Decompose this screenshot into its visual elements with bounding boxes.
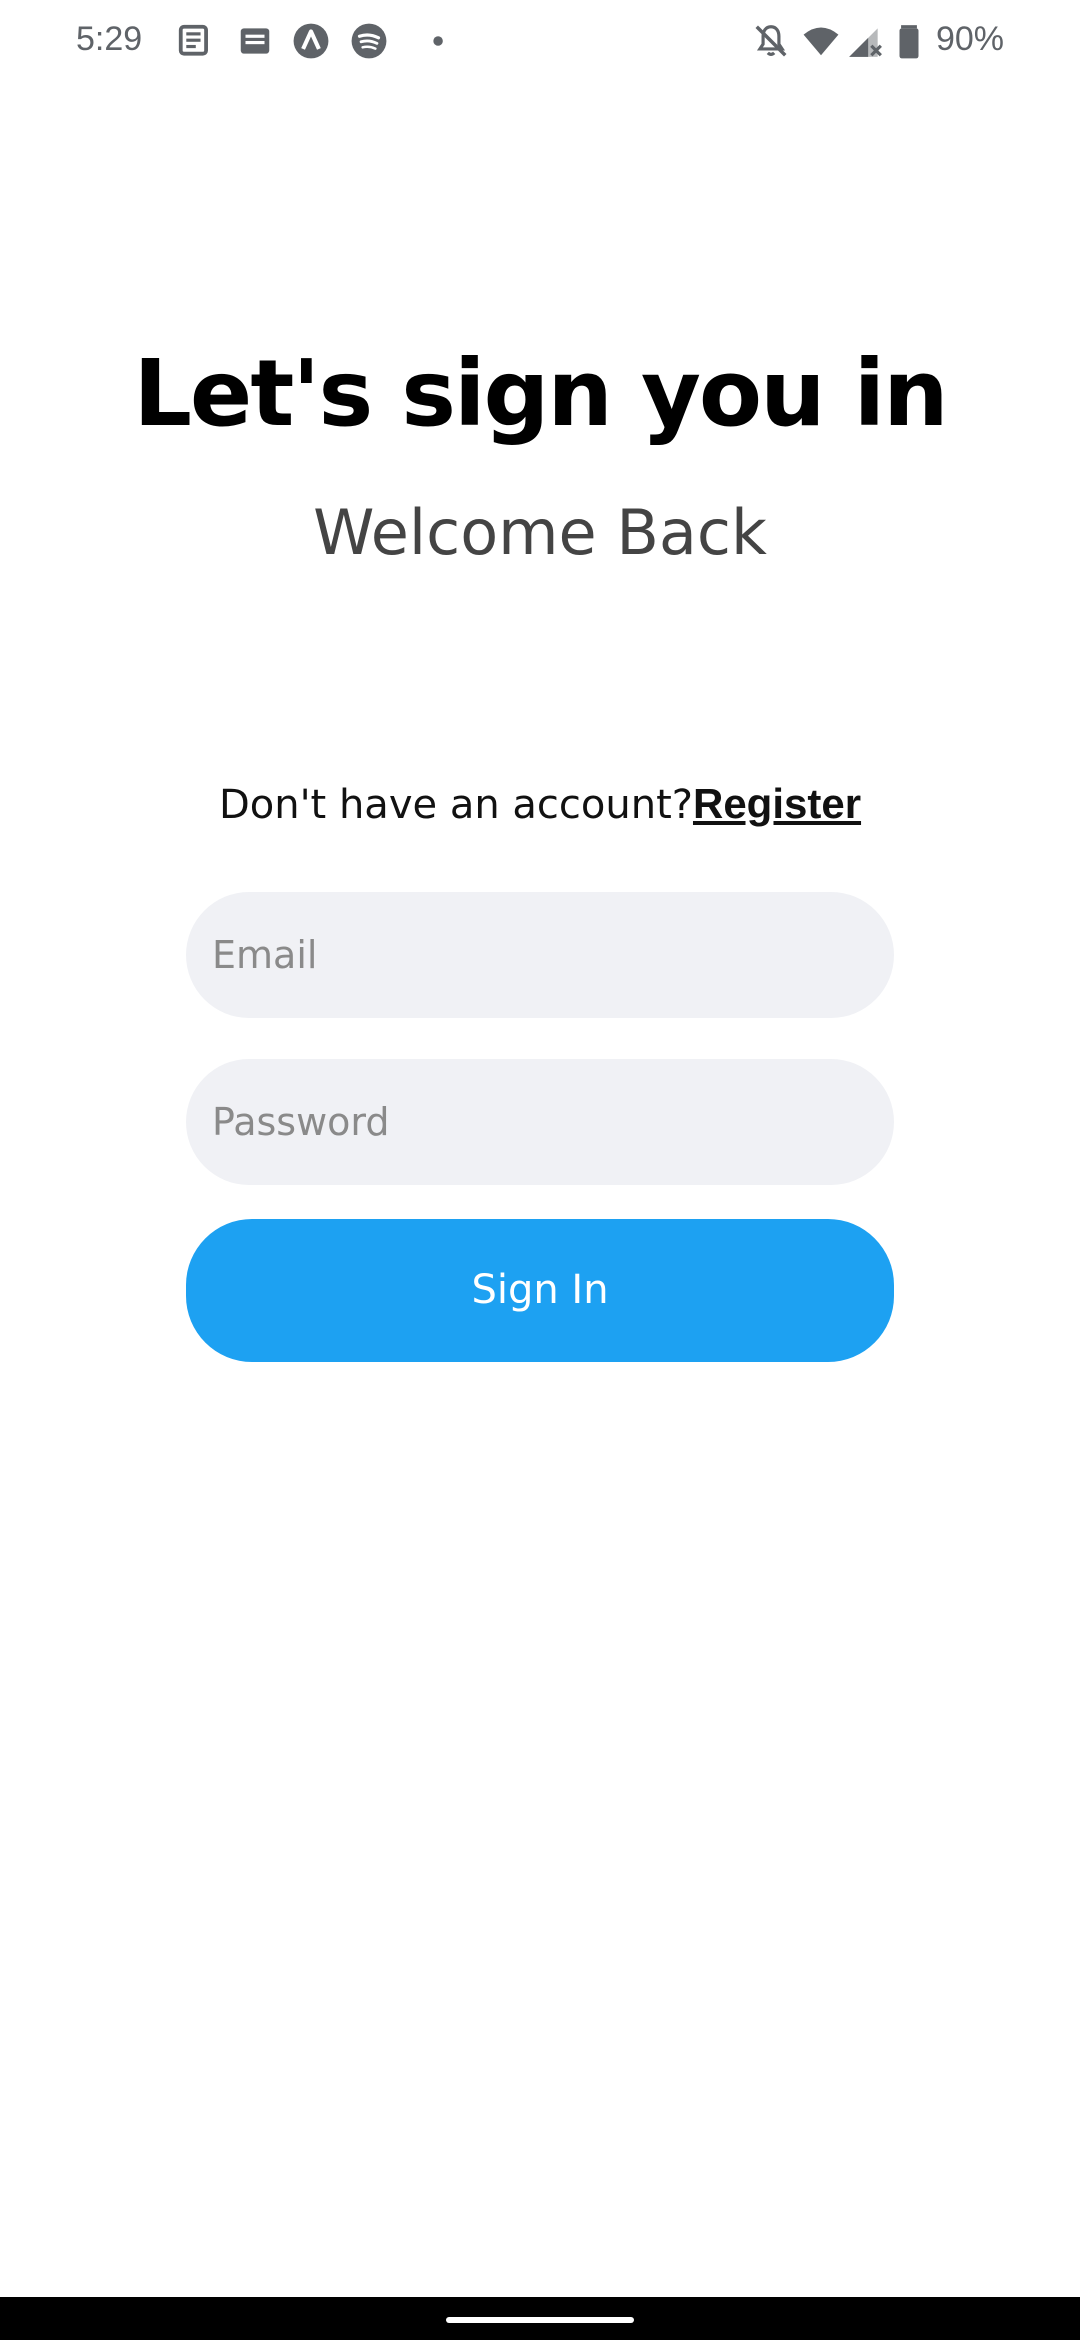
spotify-icon xyxy=(351,23,387,59)
home-gesture-handle[interactable] xyxy=(446,2317,634,2323)
password-field[interactable] xyxy=(186,1059,894,1185)
status-bar: 5:29 90% xyxy=(0,0,1080,84)
register-prompt-row: Don't have an account?Register xyxy=(0,780,1080,828)
news-icon xyxy=(178,24,208,56)
page-title: Let's sign you in xyxy=(133,340,948,447)
register-link[interactable]: Register xyxy=(693,780,861,827)
sign-in-screen: 5:29 90% Let's sign you in Welcome Back … xyxy=(0,0,1080,2340)
register-prompt-text: Don't have an account? xyxy=(218,782,693,828)
battery-percent: 90% xyxy=(935,20,1004,58)
news-icon xyxy=(240,28,270,54)
battery-icon xyxy=(899,25,919,59)
status-time: 5:29 xyxy=(76,20,143,58)
email-field[interactable] xyxy=(186,892,894,1018)
wifi-icon xyxy=(803,27,839,56)
signal-icon xyxy=(849,28,882,57)
page-subtitle: Welcome Back xyxy=(313,496,767,569)
dot-icon xyxy=(433,36,443,46)
bell-off-icon xyxy=(755,25,787,57)
navigation-bar xyxy=(0,2297,1080,2340)
sign-in-button[interactable]: Sign In xyxy=(186,1219,894,1362)
arc-app-icon xyxy=(293,23,329,59)
